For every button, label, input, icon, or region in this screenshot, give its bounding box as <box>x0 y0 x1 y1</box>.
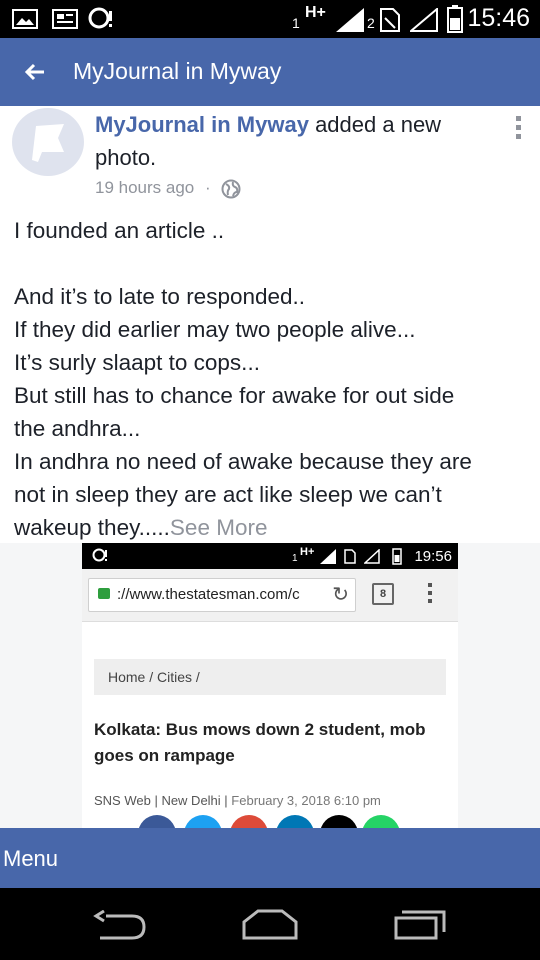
post-last-line: wakeup they.....See More <box>14 511 529 544</box>
breadcrumb-text: Home / Cities / <box>108 669 200 685</box>
signal-icon <box>364 549 380 564</box>
share-icon <box>362 815 400 828</box>
photo-network-label: H+ <box>300 546 315 558</box>
post-line: wakeup they..... <box>14 515 170 540</box>
avatar[interactable] <box>12 108 84 176</box>
battery-icon <box>392 548 402 565</box>
photo-status-time: 19:56 <box>414 548 452 565</box>
share-icon <box>320 815 358 828</box>
alert-icon <box>92 548 107 562</box>
photo-url: ://www.thestatesman.com/c <box>117 586 300 603</box>
share-icon <box>230 815 268 828</box>
lock-icon <box>98 588 110 599</box>
sim2-label: 2 <box>367 15 375 31</box>
post-line: the andhra... <box>14 416 141 441</box>
see-more-link[interactable]: See More <box>170 515 268 540</box>
post-line: If they did earlier may two people alive… <box>14 317 416 342</box>
menu-bar[interactable]: Menu <box>0 828 540 888</box>
menu-button[interactable]: Menu <box>3 846 58 872</box>
globe-icon <box>221 179 241 199</box>
more-vertical-icon[interactable] <box>510 116 526 142</box>
tabs-icon: 8 <box>372 583 394 605</box>
timestamp[interactable]: 19 hours ago <box>95 178 194 197</box>
post-header: MyJournal in Myway added a new photo. <box>95 108 475 174</box>
flag-icon <box>32 124 64 162</box>
article-byline: SNS Web | New Delhi | February 3, 2018 6… <box>94 793 381 808</box>
post-photo[interactable]: 1 H+ 19:56 ://www.thestatesman.com/c ↻ 8… <box>0 543 540 828</box>
post-meta: 19 hours ago · <box>95 178 211 198</box>
signal-icon <box>410 8 438 32</box>
photo-url-bar: ://www.thestatesman.com/c ↻ 8 <box>82 569 458 622</box>
battery-icon <box>447 5 463 33</box>
notification-icon <box>52 9 78 29</box>
photo-status-bar: 1 H+ 19:56 <box>82 543 458 569</box>
status-time: 15:46 <box>467 4 530 32</box>
navigation-bar <box>0 888 540 960</box>
page-title: MyJournal in Myway <box>73 58 282 84</box>
signal-icon <box>336 8 364 32</box>
photo-sim1-label: 1 <box>292 553 298 564</box>
photo-screenshot: 1 H+ 19:56 ://www.thestatesman.com/c ↻ 8… <box>82 543 458 828</box>
meta-separator: · <box>204 178 211 197</box>
status-bar: 1 H+ 2 15:46 <box>0 0 540 38</box>
share-icon <box>138 815 176 828</box>
byline-date: February 3, 2018 6:10 pm <box>231 793 381 808</box>
breadcrumb: Home / Cities / <box>94 659 446 695</box>
post-line: And it’s to late to responded.. <box>14 284 306 309</box>
alert-icon <box>88 7 112 29</box>
author-link[interactable]: MyJournal in Myway <box>95 112 309 137</box>
recent-apps-icon[interactable] <box>392 908 448 942</box>
image-icon <box>12 9 38 29</box>
article-headline: Kolkata: Bus mows down 2 student, mob go… <box>94 720 426 765</box>
more-vertical-icon <box>428 583 434 607</box>
arrow-left-icon[interactable] <box>22 58 50 86</box>
post-line: I founded an article .. <box>14 218 225 243</box>
post-line: not in sleep they are act like sleep we … <box>14 482 442 507</box>
app-bar: MyJournal in Myway <box>0 38 540 106</box>
share-icon <box>184 815 222 828</box>
post-line: But still has to chance for awake for ou… <box>14 383 455 408</box>
sim1-label: 1 <box>292 15 300 31</box>
no-sim-icon <box>380 8 400 32</box>
post-line <box>14 247 529 280</box>
photo-url-field: ://www.thestatesman.com/c ↻ <box>88 578 356 612</box>
share-icon <box>276 815 314 828</box>
back-icon[interactable] <box>92 910 148 942</box>
signal-icon <box>320 549 336 564</box>
network-type-label: H+ <box>305 4 326 21</box>
home-icon[interactable] <box>240 908 300 942</box>
no-sim-icon <box>344 549 356 564</box>
post-line: It’s surly slaapt to cops... <box>14 350 260 375</box>
reload-icon: ↻ <box>332 584 349 606</box>
post-line: In andhra no need of awake because they … <box>14 449 472 474</box>
byline-source: SNS Web | New Delhi | <box>94 793 228 808</box>
post-body: I founded an article .. And it’s to late… <box>14 214 529 544</box>
